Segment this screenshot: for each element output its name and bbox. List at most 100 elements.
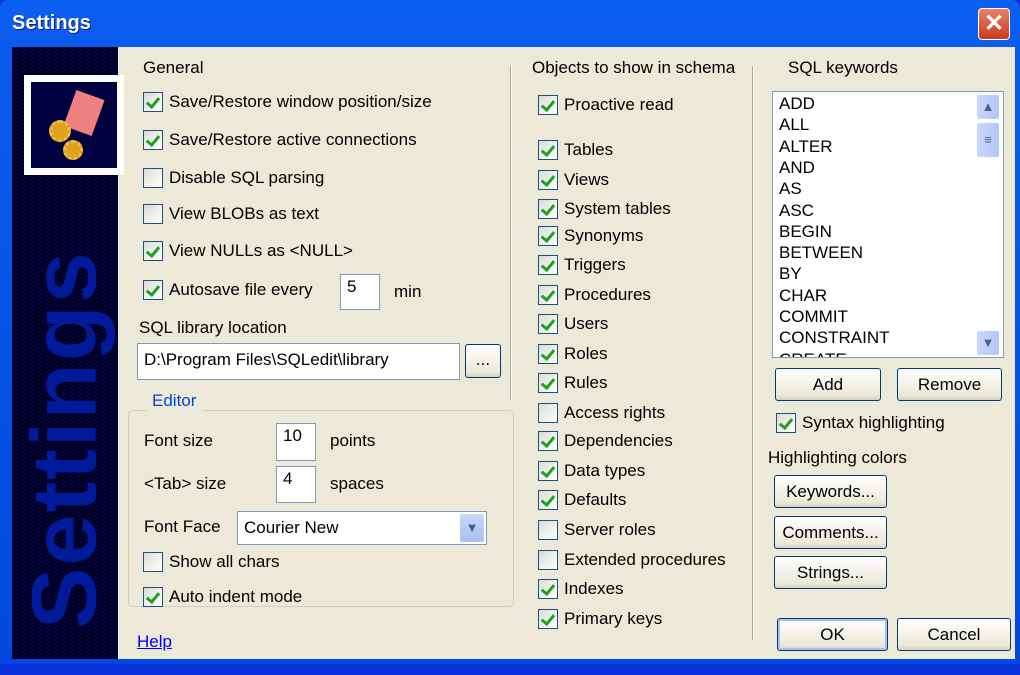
checkbox-checked-icon[interactable] [538,170,558,190]
scroll-down-icon[interactable]: ▼ [976,330,1000,356]
font-size-input[interactable]: 10 [276,423,316,461]
cancel-button[interactable]: Cancel [897,618,1011,651]
keyword-item[interactable]: CREATE [779,350,847,357]
general-option[interactable]: View NULLs as <NULL> [143,241,353,261]
schema-object-option[interactable]: Dependencies [538,431,673,451]
checkbox-label: Save/Restore active connections [169,130,417,149]
checkbox-checked-icon[interactable] [538,579,558,599]
keyword-item[interactable]: ADD [779,94,815,114]
font-size-unit: points [330,431,376,450]
checkbox-unchecked-icon[interactable] [143,552,163,572]
checkbox-label: Disable SQL parsing [169,168,325,187]
checkbox-checked-icon[interactable] [538,226,558,246]
highlighting-colors-label: Highlighting colors [768,448,907,467]
keyword-item[interactable]: BY [779,264,802,284]
checkbox-label: Triggers [564,255,626,274]
scrollbar-thumb[interactable]: ≡ [976,122,1000,158]
schema-object-option[interactable]: System tables [538,199,671,219]
checkbox-label: Save/Restore window position/size [169,92,432,111]
general-option[interactable]: Save/Restore active connections [143,130,417,150]
highlight-color-button[interactable]: Strings... [774,556,887,589]
checkbox-label: Indexes [564,579,624,598]
schema-object-option[interactable]: Views [538,170,609,190]
remove-keyword-button[interactable]: Remove [897,368,1002,401]
checkbox-checked-icon[interactable] [538,140,558,160]
add-keyword-button[interactable]: Add [775,368,881,401]
keyword-item[interactable]: ALTER [779,137,833,157]
schema-object-option[interactable]: Data types [538,461,645,481]
checkbox-unchecked-icon[interactable] [538,403,558,423]
checkbox-checked-icon[interactable] [538,461,558,481]
schema-object-option[interactable]: Server roles [538,520,656,540]
general-option[interactable]: Autosave file every [143,280,313,300]
checkbox-checked-icon[interactable] [538,490,558,510]
schema-object-option[interactable]: Extended procedures [538,550,726,570]
checkbox-unchecked-icon[interactable] [143,168,163,188]
autosave-minutes-input[interactable]: 5 [340,274,380,310]
chevron-down-icon[interactable]: ▼ [460,514,484,542]
checkbox-checked-icon[interactable] [538,373,558,393]
checkbox-unchecked-icon[interactable] [143,204,163,224]
auto-indent-checkbox[interactable]: Auto indent mode [143,587,302,607]
schema-object-option[interactable]: Indexes [538,579,624,599]
schema-object-option[interactable]: Tables [538,140,613,160]
scroll-up-icon[interactable]: ▲ [976,94,1000,120]
show-all-chars-checkbox[interactable]: Show all chars [143,552,280,572]
checkbox-checked-icon[interactable] [143,130,163,150]
checkbox-checked-icon[interactable] [143,280,163,300]
proactive-read-checkbox[interactable]: Proactive read [538,95,674,115]
checkbox-label: Roles [564,344,608,363]
checkbox-checked-icon[interactable] [538,431,558,451]
tab-size-input[interactable]: 4 [276,466,316,503]
keyword-item[interactable]: BEGIN [779,222,832,242]
window-title: Settings [12,12,91,34]
schema-object-option[interactable]: Defaults [538,490,626,510]
font-face-select[interactable]: Courier New ▼ [237,511,487,545]
keyword-item[interactable]: AND [779,158,815,178]
keyword-item[interactable]: CONSTRAINT [779,328,890,348]
highlight-color-button[interactable]: Comments... [774,516,887,549]
checkbox-checked-icon[interactable] [143,587,163,607]
checkbox-checked-icon[interactable] [776,413,796,433]
browse-button[interactable]: ... [465,344,501,378]
keyword-item[interactable]: ASC [779,201,814,221]
checkbox-unchecked-icon[interactable] [538,550,558,570]
checkbox-checked-icon[interactable] [538,95,558,115]
checkbox-label: Proactive read [564,95,674,114]
ok-button[interactable]: OK [777,618,888,651]
general-option[interactable]: Save/Restore window position/size [143,92,432,112]
checkbox-checked-icon[interactable] [143,92,163,112]
schema-object-option[interactable]: Primary keys [538,609,662,629]
schema-object-option[interactable]: Procedures [538,285,651,305]
checkbox-label: System tables [564,199,671,218]
checkbox-unchecked-icon[interactable] [538,520,558,540]
checkbox-checked-icon[interactable] [538,285,558,305]
keyword-item[interactable]: CHAR [779,286,827,306]
keywords-heading: SQL keywords [788,58,898,77]
keyword-item[interactable]: ALL [779,115,809,135]
schema-object-option[interactable]: Rules [538,373,607,393]
schema-object-option[interactable]: Triggers [538,255,626,275]
syntax-highlighting-checkbox[interactable]: Syntax highlighting [776,413,945,433]
keywords-list[interactable]: CREATE CONSTRAINTCOMMITCHARBYBETWEENBEGIN… [772,91,1004,358]
library-path-input[interactable]: D:\Program Files\SQLedit\library [137,343,460,380]
checkbox-checked-icon[interactable] [538,314,558,334]
checkbox-checked-icon[interactable] [538,344,558,364]
keyword-item[interactable]: COMMIT [779,307,848,327]
schema-object-option[interactable]: Roles [538,344,607,364]
general-option[interactable]: Disable SQL parsing [143,168,324,188]
checkbox-checked-icon[interactable] [538,255,558,275]
keyword-item[interactable]: AS [779,179,802,199]
schema-object-option[interactable]: Users [538,314,608,334]
close-button[interactable]: ✕ [978,8,1010,40]
checkbox-checked-icon[interactable] [538,199,558,219]
keyword-item[interactable]: BETWEEN [779,243,863,263]
checkbox-label: Procedures [564,285,651,304]
checkbox-checked-icon[interactable] [538,609,558,629]
help-link[interactable]: Help [137,632,172,652]
highlight-color-button[interactable]: Keywords... [774,475,887,508]
schema-object-option[interactable]: Synonyms [538,226,643,246]
general-option[interactable]: View BLOBs as text [143,204,319,224]
schema-object-option[interactable]: Access rights [538,403,665,423]
checkbox-checked-icon[interactable] [143,241,163,261]
